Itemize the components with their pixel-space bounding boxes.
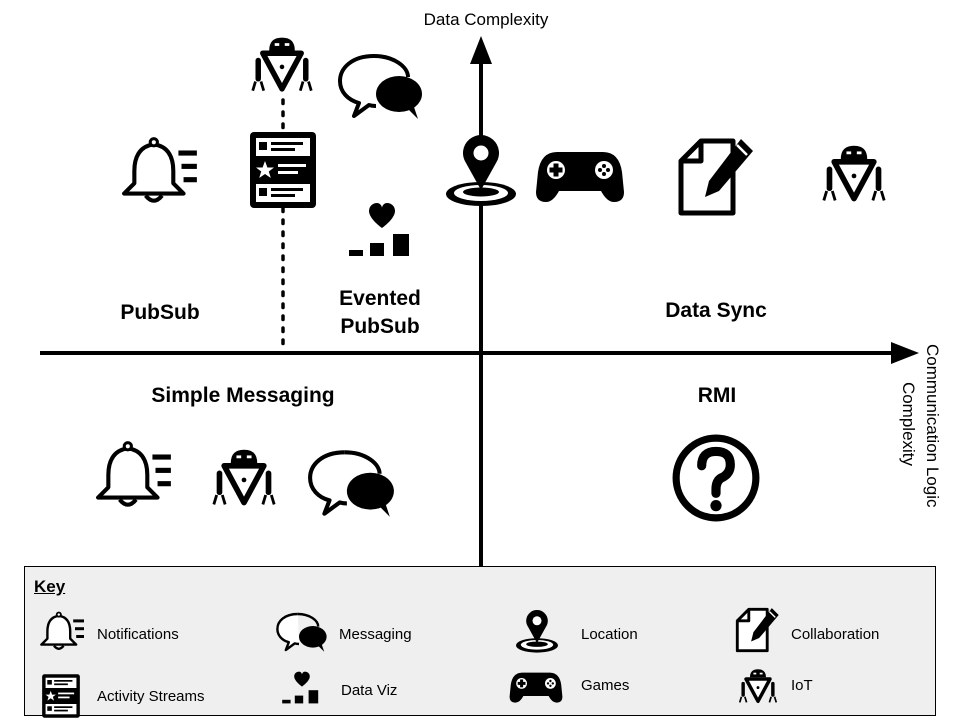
- key-label-collaboration: Collaboration: [791, 626, 880, 643]
- x-axis-label: Communication Logic Complexity: [896, 344, 944, 508]
- bell-icon: [120, 136, 202, 208]
- data-viz-icon: [347, 202, 417, 262]
- key-label-location: Location: [581, 626, 638, 643]
- robot-icon: [212, 446, 276, 512]
- evented-label-line2: PubSub: [340, 315, 420, 338]
- key-label-iot: IoT: [791, 677, 813, 694]
- bell-icon: [94, 440, 176, 512]
- document-pencil-icon: [677, 136, 757, 218]
- document-pencil-icon: [735, 607, 781, 653]
- quadrant-label-evented-pubsub: Evented PubSub: [320, 285, 440, 341]
- robot-icon: [250, 34, 314, 98]
- x-axis-label-line2: Complexity: [899, 381, 918, 467]
- speech-bubbles-icon: [336, 50, 426, 122]
- key-label-notifications: Notifications: [97, 626, 179, 643]
- key-label-activity-streams: Activity Streams: [97, 688, 205, 705]
- gamepad-icon: [509, 669, 563, 705]
- y-axis-label: Data Complexity: [423, 10, 549, 29]
- key-label-messaging: Messaging: [339, 626, 412, 643]
- location-pin-icon: [513, 607, 561, 655]
- key-panel: Key Notifications Messaging Location Col…: [24, 566, 936, 716]
- x-axis-label-line1: Communication Logic: [923, 344, 942, 508]
- evented-label-line1: Evented: [339, 287, 421, 310]
- gamepad-icon: [535, 146, 625, 206]
- robot-icon: [822, 142, 886, 208]
- speech-bubbles-icon: [306, 446, 398, 520]
- question-icon: [670, 432, 762, 524]
- speech-bubbles-icon: [275, 611, 329, 653]
- activity-stream-icon: [41, 673, 81, 719]
- data-viz-icon: [281, 671, 323, 707]
- key-label-games: Games: [581, 677, 630, 694]
- quadrant-label-simple-messaging: Simple Messaging: [151, 384, 335, 407]
- quadrant-label-pubsub: PubSub: [120, 301, 200, 324]
- robot-icon: [739, 667, 777, 707]
- y-axis-arrowhead: [470, 36, 492, 64]
- location-pin-icon: [441, 130, 521, 210]
- activity-stream-icon: [246, 130, 320, 210]
- key-label-data-viz: Data Viz: [341, 682, 398, 699]
- quadrant-label-rmi: RMI: [697, 384, 737, 407]
- quadrant-label-data-sync: Data Sync: [665, 299, 767, 322]
- bell-icon: [39, 611, 87, 653]
- key-title: Key: [34, 577, 66, 596]
